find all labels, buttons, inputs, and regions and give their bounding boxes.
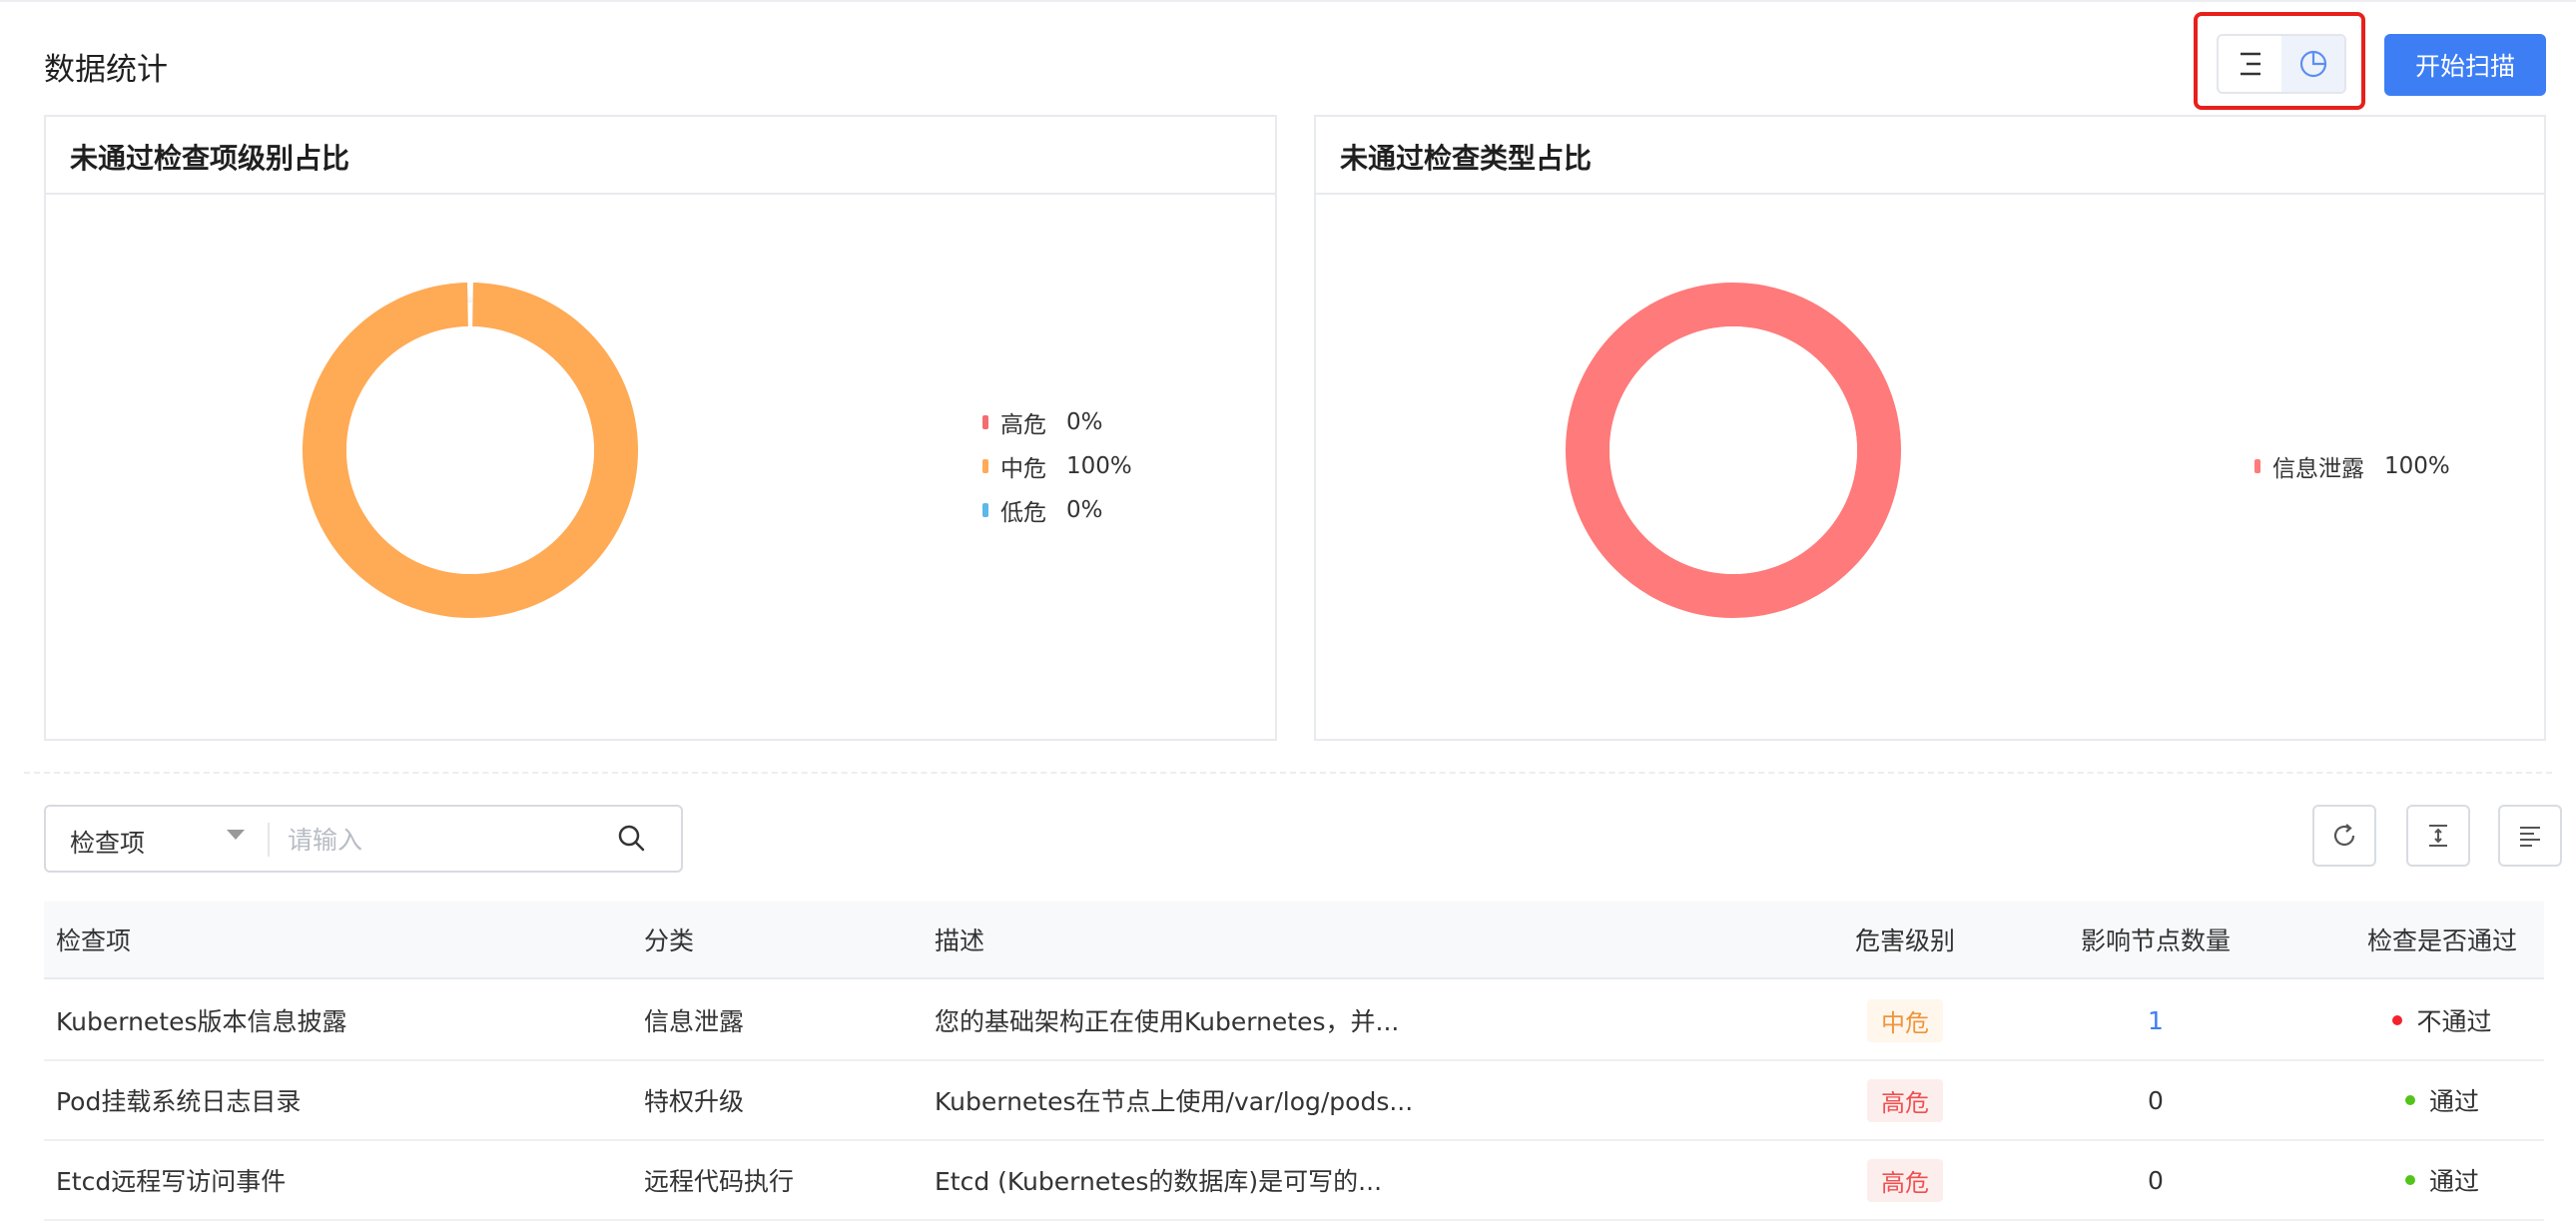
legend-label: 高危 <box>1000 412 1046 438</box>
section-divider <box>24 772 2552 774</box>
legend-swatch <box>2254 459 2260 473</box>
cell-nodes: 0 <box>2148 1165 2164 1195</box>
table-row[interactable]: Pod挂载系统日志目录 特权升级 Kubernetes在节点上使用/var/lo… <box>44 1061 2544 1141</box>
type-legend: 信息泄露 100% <box>2254 444 2450 488</box>
cell-description: Etcd (Kubernetes的数据库)是可写的... <box>935 1167 1383 1196</box>
type-donut-chart <box>1566 283 1901 618</box>
column-header-item: 检查项 <box>56 926 132 955</box>
chart-view-toggle[interactable] <box>2281 36 2344 92</box>
column-header-description: 描述 <box>935 926 985 955</box>
page-title: 数据统计 <box>44 52 168 88</box>
donut-hole <box>346 326 594 574</box>
cell-item: Pod挂载系统日志目录 <box>56 1087 302 1116</box>
legend-item-high[interactable]: 高危 0% <box>982 400 1132 444</box>
top-border <box>0 0 2576 2</box>
legend-swatch <box>982 415 988 429</box>
cell-description: Kubernetes在节点上使用/var/log/pods... <box>935 1087 1414 1116</box>
search-icon[interactable] <box>615 822 649 860</box>
cell-item: Kubernetes版本信息披露 <box>56 1007 347 1036</box>
legend-value: 0% <box>1066 497 1103 523</box>
density-button[interactable] <box>2406 805 2470 867</box>
legend-label: 低危 <box>1000 500 1046 526</box>
cell-category: 远程代码执行 <box>644 1167 795 1196</box>
list-view-toggle[interactable] <box>2219 36 2281 92</box>
level-badge: 中危 <box>1867 998 1943 1042</box>
start-scan-button[interactable]: 开始扫描 <box>2384 34 2546 96</box>
search-bar: 检查项 <box>44 805 683 873</box>
align-left-icon <box>2520 827 2540 847</box>
legend-value: 100% <box>1066 453 1132 479</box>
status-text: 不通过 <box>2416 1007 2492 1036</box>
cell-description: 您的基础架构正在使用Kubernetes，并... <box>935 1007 1400 1036</box>
search-input[interactable] <box>286 807 609 873</box>
level-chart-card: 未通过检查项级别占比 高危 0% 中危 100% 低危 0% <box>44 115 1277 741</box>
refresh-icon <box>2333 824 2355 847</box>
level-donut-chart <box>303 283 638 618</box>
search-divider <box>268 823 270 857</box>
cell-nodes: 0 <box>2148 1085 2164 1115</box>
legend-swatch <box>982 503 988 517</box>
donut-hole <box>1610 326 1857 574</box>
cell-category: 特权升级 <box>644 1087 745 1116</box>
column-header-level: 危害级别 <box>1854 926 1955 955</box>
level-badge: 高危 <box>1867 1078 1943 1122</box>
column-header-nodes: 影响节点数量 <box>2080 926 2231 955</box>
card-header: 未通过检查项级别占比 <box>46 117 1275 195</box>
status-text: 通过 <box>2428 1167 2479 1196</box>
card-title: 未通过检查类型占比 <box>1340 142 1593 175</box>
status-dot <box>2392 1015 2403 1025</box>
view-toggle[interactable] <box>2217 34 2346 94</box>
legend-item-medium[interactable]: 中危 100% <box>982 444 1132 488</box>
caret-down-icon[interactable] <box>227 830 245 840</box>
status-dot <box>2404 1095 2415 1105</box>
legend-value: 0% <box>1066 409 1103 435</box>
nodes-link[interactable]: 1 <box>2148 1006 2164 1035</box>
list-icon <box>2240 52 2260 76</box>
search-field-select[interactable]: 检查项 <box>70 824 145 860</box>
card-header: 未通过检查类型占比 <box>1316 117 2544 195</box>
legend-item-info-leak[interactable]: 信息泄露 100% <box>2254 444 2450 488</box>
card-title: 未通过检查项级别占比 <box>70 142 350 175</box>
status-text: 通过 <box>2428 1087 2479 1116</box>
pie-chart-icon <box>2299 50 2326 78</box>
column-header-category: 分类 <box>644 926 695 955</box>
legend-label: 信息泄露 <box>2272 456 2364 482</box>
cell-category: 信息泄露 <box>644 1007 745 1036</box>
column-height-icon <box>2429 825 2447 847</box>
type-chart-card: 未通过检查类型占比 信息泄露 100% <box>1314 115 2546 741</box>
level-badge: 高危 <box>1867 1158 1943 1202</box>
cell-item: Etcd远程写访问事件 <box>56 1167 287 1196</box>
legend-value: 100% <box>2384 453 2450 479</box>
table-header: 检查项 分类 描述 危害级别 影响节点数量 检查是否通过 <box>44 902 2544 979</box>
legend-label: 中危 <box>1000 456 1046 482</box>
level-legend: 高危 0% 中危 100% 低危 0% <box>982 400 1132 532</box>
table-row[interactable]: Etcd远程写访问事件 远程代码执行 Etcd (Kubernetes的数据库)… <box>44 1141 2544 1221</box>
column-header-passed: 检查是否通过 <box>2366 926 2517 955</box>
refresh-button[interactable] <box>2312 805 2376 867</box>
column-settings-button[interactable] <box>2498 805 2562 867</box>
table-row[interactable]: Kubernetes版本信息披露 信息泄露 您的基础架构正在使用Kubernet… <box>44 981 2544 1061</box>
legend-swatch <box>982 459 988 473</box>
legend-item-low[interactable]: 低危 0% <box>982 488 1132 532</box>
